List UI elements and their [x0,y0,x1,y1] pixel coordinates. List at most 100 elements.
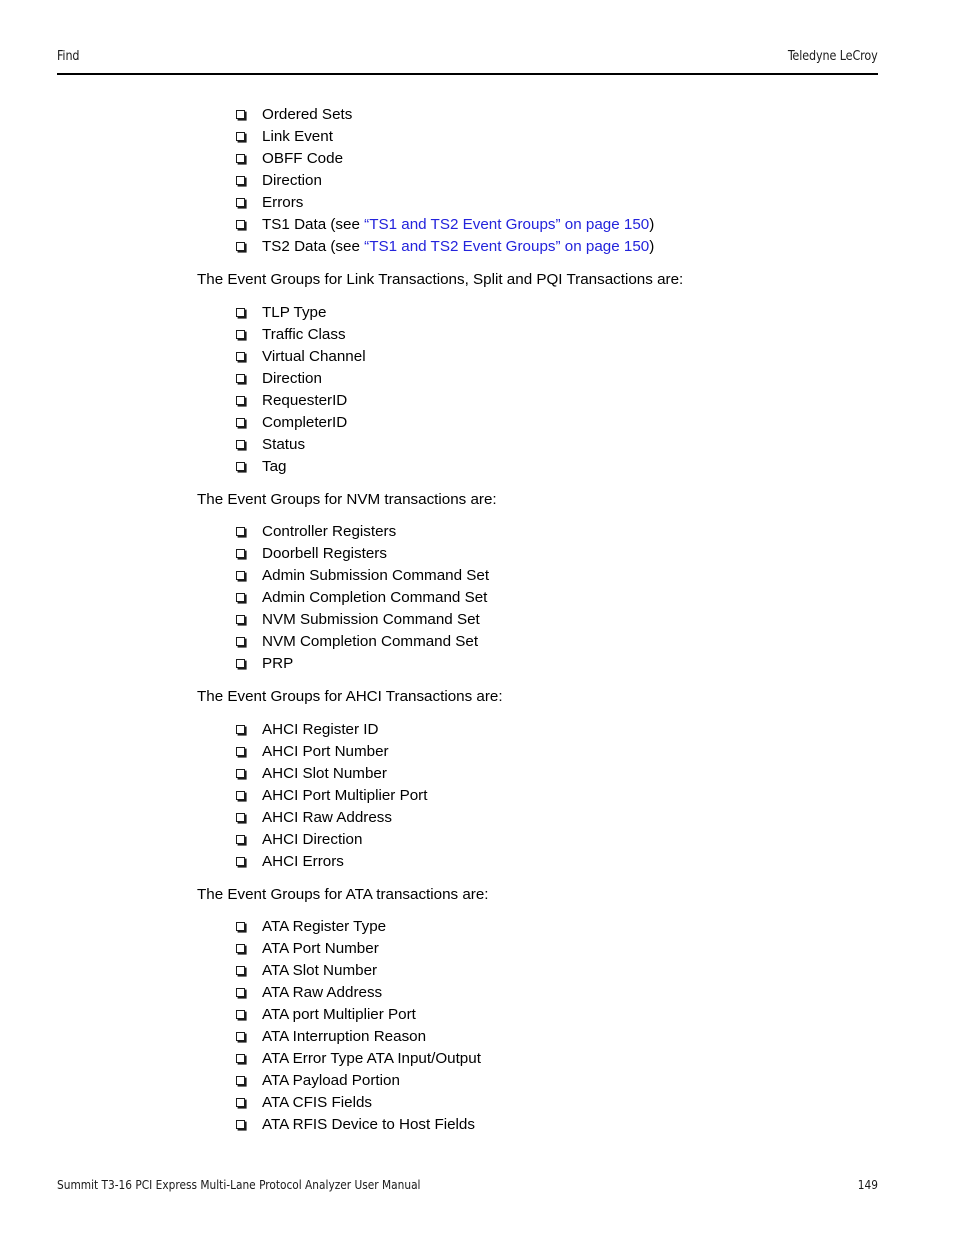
checkbox-bullet-icon [236,1010,245,1019]
checkbox-bullet-icon [236,724,245,734]
section-intro-paragraph: The Event Groups for NVM transactions ar… [197,490,497,508]
list-item: AHCI Port Multiplier Port [0,785,954,807]
list-item-label: Direction [262,369,322,387]
list-item: OBFF Code [0,148,954,170]
list-item: Ordered Sets [0,104,954,126]
list-item: Controller Registers [0,521,954,543]
list-item-label: AHCI Port Multiplier Port [262,786,428,804]
page-running-header: Find Teledyne LeCroy [57,48,878,76]
event-group-list: AHCI Register ID AHCI Port Number AHCI Slo… [0,719,954,873]
checkbox-bullet-icon [236,395,245,405]
list-item-label: Doorbell Registers [262,545,387,562]
event-group-list: ATA Register Type ATA Port Number ATA Slot… [0,916,954,1136]
list-item: AHCI Errors [0,851,954,873]
list-item-label: Link Event [262,128,333,145]
sections-container: Ordered Sets Link Event OBFF Code Direction… [0,104,954,1136]
checkbox-bullet-icon [236,461,245,471]
checkbox-bullet-icon [236,198,245,207]
list-item: AHCI Slot Number [0,763,954,785]
checkbox-bullet-icon [236,856,245,866]
list-item: TS2 Data (see “TS1 and TS2 Event Groups”… [0,236,954,258]
list-item: Doorbell Registers [0,543,954,565]
page-running-footer: Summit T3-16 PCI Express Multi-Lane Prot… [57,1178,878,1193]
list-item-label: Tag [262,457,287,475]
checkbox-bullet-icon [236,176,245,185]
list-item-label: ATA Error Type ATA Input/Output [262,1050,481,1067]
list-item-label: AHCI Register ID [262,720,379,738]
list-item: Traffic Class [0,324,954,346]
list-item-label: Controller Registers [262,523,397,540]
list-item: Link Event [0,126,954,148]
event-group-list: Ordered Sets Link Event OBFF Code Direction… [0,104,954,258]
cross-reference-link[interactable]: “TS1 and TS2 Event Groups” on page 150 [364,216,649,233]
list-item-label: ATA Interruption Reason [262,1028,427,1045]
section-intro-paragraph: The Event Groups for AHCI Transactions a… [197,688,503,705]
list-item-label: CompleterID [262,413,348,431]
document-page: Find Teledyne LeCroy Ordered Sets Link Ev… [0,0,954,1235]
checkbox-bullet-icon [236,593,245,602]
list-item-label: OBFF Code [262,150,344,167]
list-item: Admin Submission Command Set [0,565,954,587]
event-group-section: The Event Groups for NVM transactions ar… [0,489,954,687]
list-item-label: Admin Completion Command Set [262,589,488,606]
event-group-list: Controller Registers Doorbell Registers Ad… [0,521,954,675]
list-item-label: Status [262,435,306,453]
list-item: Status [0,434,954,456]
list-item-label: ATA Raw Address [262,984,383,1001]
list-item: TS1 Data (see “TS1 and TS2 Event Groups”… [0,214,954,236]
checkbox-bullet-icon [236,615,245,624]
list-item: ATA Error Type ATA Input/Output [0,1048,954,1070]
checkbox-bullet-icon [236,1032,245,1041]
list-item-label: ATA port Multiplier Port [262,1006,416,1023]
list-item-label: TLP Type [262,303,327,321]
checkbox-bullet-icon [236,637,245,646]
list-item-label: AHCI Direction [262,830,363,848]
section-intro-paragraph: The Event Groups for Link Transactions, … [197,271,684,288]
checkbox-bullet-icon [236,527,245,536]
checkbox-bullet-icon [236,549,245,558]
list-item: CompleterID [0,412,954,434]
list-item: AHCI Register ID [0,719,954,741]
checkbox-bullet-icon [236,966,245,975]
list-item: Virtual Channel [0,346,954,368]
event-group-list: TLP Type Traffic Class Virtual Channel Dire… [0,302,954,478]
checkbox-bullet-icon [236,768,245,778]
list-item: TLP Type [0,302,954,324]
checkbox-bullet-icon [236,988,245,997]
list-item-label: NVM Completion Command Set [262,633,479,650]
event-group-section: The Event Groups for ATA transactions ar… [0,884,954,1137]
checkbox-bullet-icon [236,1098,245,1107]
header-row: Find Teledyne LeCroy [57,48,878,64]
list-item-label: Ordered Sets [262,106,353,123]
list-item-label: ATA Register Type [262,918,387,935]
list-item-label: ATA Payload Portion [262,1072,400,1089]
list-item: Direction [0,368,954,390]
list-item: ATA RFIS Device to Host Fields [0,1114,954,1136]
list-item: ATA CFIS Fields [0,1092,954,1114]
checkbox-bullet-icon [236,373,245,383]
event-group-section: The Event Groups for Link Transactions, … [0,269,954,489]
event-group-section: Ordered Sets Link Event OBFF Code Direction… [0,104,954,269]
list-item-label: NVM Submission Command Set [262,611,480,628]
list-item: ATA Payload Portion [0,1070,954,1092]
list-item: ATA Raw Address [0,982,954,1004]
list-item-label: Traffic Class [262,325,346,343]
list-item-label-suffix: ) [649,238,655,255]
checkbox-bullet-icon [236,944,245,953]
event-group-section: The Event Groups for AHCI Transactions a… [0,686,954,884]
checkbox-bullet-icon [236,439,245,449]
list-item-label: Admin Submission Command Set [262,567,490,584]
list-item-label: AHCI Port Number [262,742,389,760]
checkbox-bullet-icon [236,790,245,800]
cross-reference-link[interactable]: “TS1 and TS2 Event Groups” on page 150 [364,238,649,255]
checkbox-bullet-icon [236,659,245,668]
header-chapter-title: Find [57,48,80,64]
checkbox-bullet-icon [236,351,245,361]
